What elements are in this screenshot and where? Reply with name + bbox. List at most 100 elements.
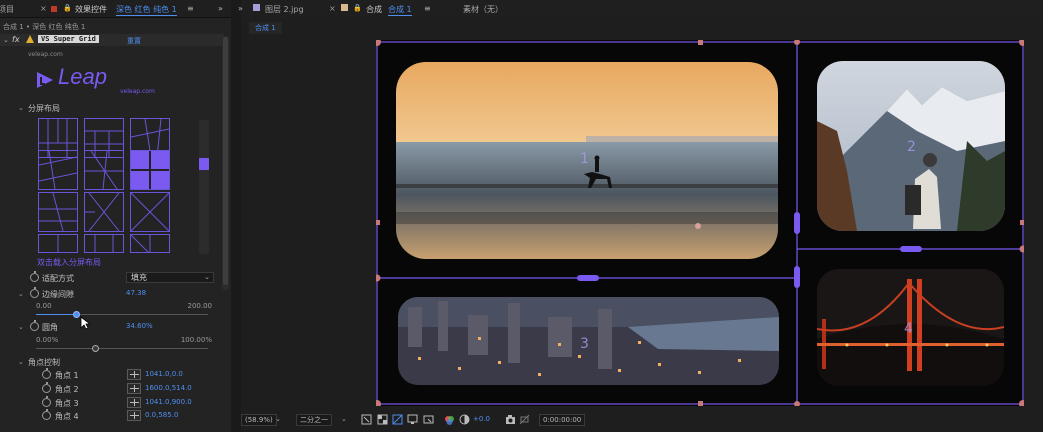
reset-button[interactable]: 重置 [127,36,141,46]
chevron-down-icon[interactable]: ⌄ [275,415,281,423]
layout-preset-tile[interactable] [38,234,78,253]
corner-handle[interactable] [376,40,381,46]
composition-viewer[interactable]: 1 2 3 4 [376,40,1024,406]
comp-tab-name[interactable]: 合成 1 [388,4,412,16]
anchor-handle[interactable] [376,220,380,225]
anchor-handle[interactable] [698,401,703,406]
anchor-handle[interactable] [698,40,703,45]
region-of-interest-icon[interactable] [361,414,372,425]
layer-tab[interactable]: 图层 2.jpg [265,4,304,15]
transparency-grid-icon[interactable] [377,414,388,425]
chevron-down-icon[interactable]: ⌄ [3,36,9,44]
layout-preset-tile[interactable] [130,234,170,253]
corner-value[interactable]: 1041.0,900.0 [145,398,192,406]
layout-scrollbar[interactable] [199,120,209,254]
effect-header[interactable]: ⌄ fx VS Super Grid 重置 [0,34,224,46]
color-channel-icon[interactable] [444,414,455,425]
grid-edge-handle[interactable] [900,246,922,252]
exposure-value[interactable]: +0.0 [473,415,490,423]
corner-value[interactable]: 0.0,585.0 [145,411,178,419]
mask-visibility-icon[interactable] [392,414,403,425]
comp-breadcrumb-tab[interactable]: 合成 1 [249,22,282,34]
layout-preset-tile[interactable] [84,234,124,253]
fit-mode-label: 适配方式 [42,274,74,283]
layout-scrollbar-thumb[interactable] [199,158,209,170]
stopwatch-icon[interactable] [30,271,39,282]
lock-icon[interactable]: 🔒 [63,4,72,12]
panel-scrollbar[interactable] [222,36,229,290]
fit-mode-select[interactable]: 填充 ⌄ [126,272,214,283]
corner-radius-slider[interactable] [36,345,208,352]
anchor-handle[interactable] [1020,220,1024,225]
expand-panels-icon[interactable]: » [218,4,223,13]
guides-icon[interactable] [407,414,418,425]
stopwatch-icon[interactable] [42,382,51,393]
crosshair-icon[interactable] [127,383,141,394]
plugin-website[interactable]: veleap.com [28,51,63,58]
timecode[interactable]: 0:00:00:00 [539,414,586,426]
layout-preset-tile-selected[interactable] [130,150,170,190]
stopwatch-icon[interactable] [42,396,51,407]
corner-handle[interactable] [1019,245,1025,253]
chevron-down-icon[interactable]: ⌄ [18,358,24,366]
corner-handle[interactable] [1019,400,1024,406]
corner-radius-value[interactable]: 34.60% [126,322,153,330]
panel-menu-icon[interactable]: ≡ [424,4,431,13]
fx-toggle-icon[interactable]: fx [12,35,20,44]
corner-radius-knob[interactable] [92,345,99,352]
layout-preset-tile[interactable] [84,150,124,190]
exposure-icon[interactable] [459,414,470,425]
grid-edge-handle[interactable] [794,266,800,288]
chevron-down-icon[interactable]: ⌄ [18,290,24,298]
grid-overlay[interactable] [376,40,1024,406]
corner-handle[interactable] [376,400,381,406]
layout-section-label: 分屏布局 [28,104,60,113]
corner-handle[interactable] [794,40,800,45]
panel-divider[interactable] [231,0,241,432]
stopwatch-icon[interactable] [42,409,51,420]
snapshot-display-icon[interactable] [423,414,434,425]
corner-handle[interactable] [1019,40,1024,46]
edge-spacing-value[interactable]: 47.38 [126,289,146,297]
crosshair-icon[interactable] [127,410,141,421]
effects-tab[interactable]: 效果控件 [75,4,107,15]
collapse-panels-icon[interactable]: » [238,4,243,13]
corner-section-header[interactable]: ⌄ 角点控制 [0,356,224,368]
stopwatch-icon[interactable] [30,287,39,298]
layout-preset-tile[interactable] [38,192,78,232]
corner-handle[interactable] [376,274,381,282]
footage-tab[interactable]: 素材（无） [463,4,503,15]
edge-spacing-slider[interactable] [36,311,208,318]
grid-edge-handle[interactable] [794,212,800,234]
stopwatch-icon[interactable] [42,368,51,379]
chevron-down-icon[interactable]: ⌄ [18,104,24,112]
crosshair-icon[interactable] [127,369,141,380]
layout-preset-tile[interactable] [130,192,170,232]
corner-handle[interactable] [794,401,800,406]
layout-preset-tile[interactable] [84,192,124,232]
panel-menu-icon[interactable]: ≡ [187,4,194,13]
show-snapshot-icon[interactable] [519,414,530,425]
camera-icon[interactable] [505,414,516,425]
chevron-down-icon: ⌄ [204,273,210,281]
corner-value[interactable]: 1600.0,514.0 [145,384,192,392]
edge-spacing-label: 边缘间隙 [42,290,74,299]
corner-value[interactable]: 1041.0,0.0 [145,370,183,378]
close-icon[interactable]: × [329,4,336,13]
resolution-select[interactable]: 二分之一 [296,414,332,426]
zoom-select[interactable]: (58.9%) [241,414,277,426]
layout-preset-tile[interactable] [38,150,78,190]
comp-tab-prefix[interactable]: 合成 [366,4,382,15]
project-tab[interactable]: 项目 [0,4,14,15]
layout-section-header[interactable]: ⌄ 分屏布局 [0,102,224,114]
stopwatch-icon[interactable] [30,320,39,331]
effects-layer-name[interactable]: 深色 红色 纯色 1 [116,4,177,16]
chevron-down-icon[interactable]: ⌄ [341,415,347,423]
lock-icon[interactable]: 🔒 [353,4,362,12]
close-icon[interactable]: × [40,4,47,13]
grid-edge-handle[interactable] [577,275,599,281]
crosshair-icon[interactable] [127,397,141,408]
panel-scrollbar-thumb[interactable] [223,37,228,285]
chevron-down-icon[interactable]: ⌄ [18,323,24,331]
anchor-point[interactable] [695,223,701,229]
